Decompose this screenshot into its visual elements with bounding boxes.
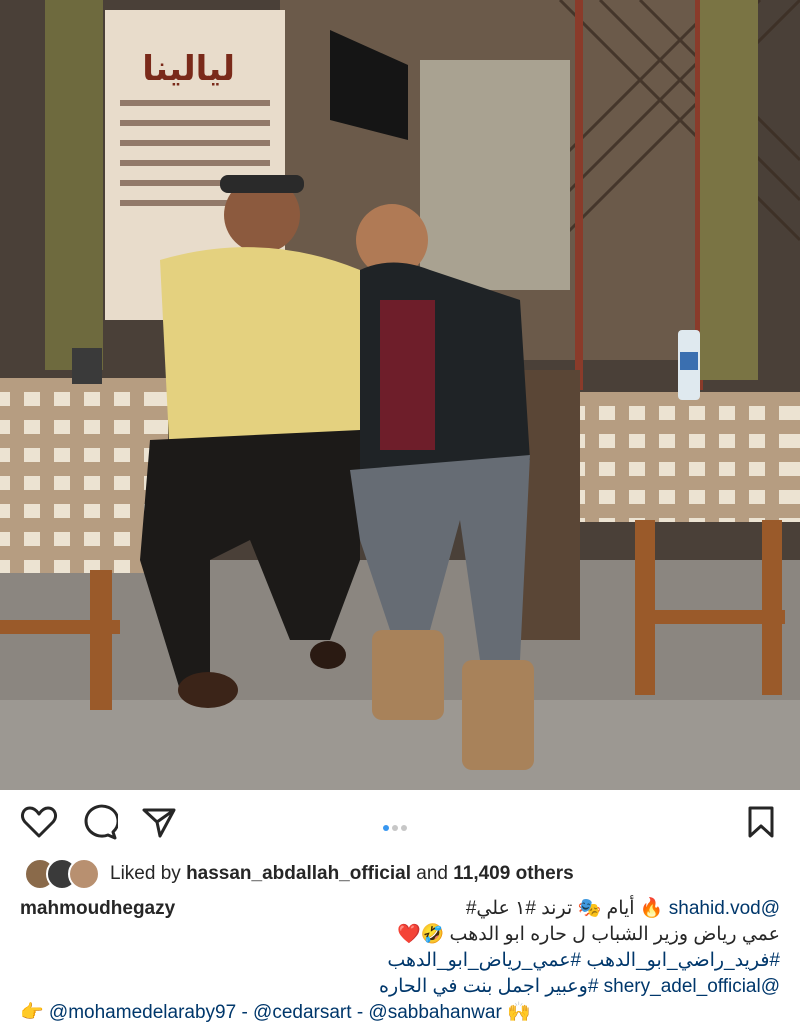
caption-username[interactable]: mahmoudhegazy xyxy=(20,896,175,922)
liker-username-link[interactable]: hassan_abdallah_official xyxy=(186,863,411,885)
comment-icon xyxy=(84,804,120,840)
mention-shery[interactable]: @shery_adel_official xyxy=(604,976,780,997)
mention-shahid[interactable]: @shahid.vod xyxy=(669,898,780,919)
caption-line-1-text: @shahid.vod 🔥 أيام 🎭 ترند #١ علي# xyxy=(466,896,780,922)
send-icon xyxy=(142,808,176,838)
heart-icon xyxy=(21,806,57,838)
shop-sign: ليالينا xyxy=(142,49,235,89)
caption-hashtags-1: 🔥 أيام 🎭 ترند #١ علي# xyxy=(465,898,664,919)
likes-summary: Liked by hassan_abdallah_official and 11… xyxy=(24,858,574,890)
carousel-indicator xyxy=(383,818,410,831)
post-caption: mahmoudhegazy @shahid.vod 🔥 أيام 🎭 ترند … xyxy=(20,896,780,1026)
caption-line-1: mahmoudhegazy @shahid.vod 🔥 أيام 🎭 ترند … xyxy=(20,896,780,922)
like-button[interactable] xyxy=(20,804,60,840)
photo-scene: ليالينا xyxy=(0,0,800,790)
post-photo[interactable]: ليالينا xyxy=(0,0,800,790)
caption-hashtag-4[interactable]: #وعبير اجمل بنت في الحاره xyxy=(379,976,598,997)
carousel-dot-3[interactable] xyxy=(401,825,407,831)
bookmark-icon xyxy=(748,806,774,838)
likes-prefix: Liked by xyxy=(110,863,181,884)
comment-button[interactable] xyxy=(80,804,120,840)
carousel-dot-1[interactable] xyxy=(383,825,389,831)
carousel-dot-2[interactable] xyxy=(392,825,398,831)
likes-middle: and xyxy=(416,863,448,884)
caption-line-2: عمي رياض وزير الشباب ل حاره ابو الدهب 🤣❤… xyxy=(396,924,780,945)
caption-mentions-line[interactable]: 👉 @mohamedelaraby97 - @cedarsart - @sabb… xyxy=(20,1000,780,1026)
save-button[interactable] xyxy=(742,804,782,840)
share-button[interactable] xyxy=(140,804,180,840)
likes-count-link[interactable]: 11,409 others xyxy=(453,863,573,885)
caption-hashtags-2[interactable]: #فريد_راضي_ابو_الدهب #عمي_رياض_ابو_الدهب xyxy=(20,948,780,974)
avatar xyxy=(68,858,100,890)
caption-line-4: @shery_adel_official #وعبير اجمل بنت في … xyxy=(20,974,780,1000)
liker-avatars[interactable] xyxy=(24,858,100,890)
